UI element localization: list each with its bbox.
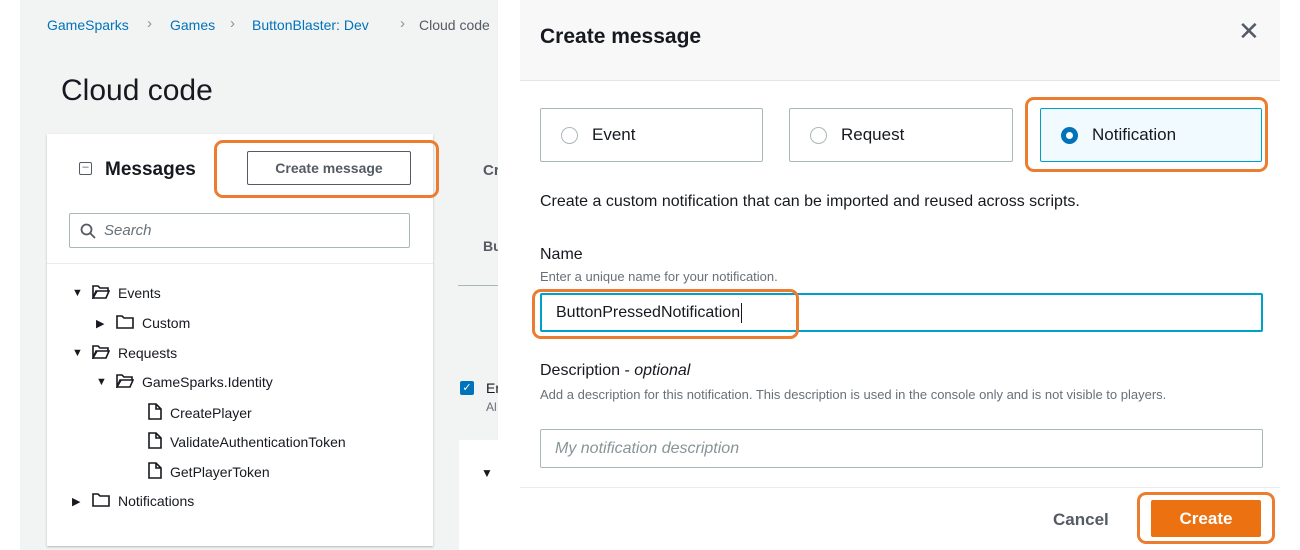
tree-item-label: ValidateAuthenticationToken: [170, 434, 346, 450]
divider: [458, 285, 498, 286]
tree-item-label: Custom: [142, 315, 191, 331]
divider: [520, 487, 1280, 488]
tree-item[interactable]: CreatePlayer: [120, 403, 252, 423]
description-label: Description - optional: [540, 362, 690, 380]
tree-item[interactable]: ▼ Events: [72, 284, 161, 302]
type-option-event[interactable]: Event: [540, 108, 763, 162]
name-label: Name: [540, 246, 583, 263]
caret-down-icon[interactable]: ▼: [72, 287, 84, 299]
tree-item-label: Events: [118, 285, 161, 301]
tree-item[interactable]: ValidateAuthenticationToken: [120, 432, 346, 452]
file-icon: [148, 462, 162, 482]
description-input[interactable]: My notification description: [540, 429, 1263, 468]
tree-item-label: Notifications: [118, 493, 195, 509]
collapse-icon[interactable]: –: [79, 162, 92, 175]
tree-item-label: GetPlayerToken: [170, 464, 270, 480]
breadcrumb-gamesparks[interactable]: GameSparks: [47, 17, 129, 33]
partial-text: Er: [486, 380, 498, 396]
tree-item[interactable]: ▼ GameSparks.Identity: [96, 373, 273, 391]
create-message-modal: Create message ✕ Event Request Notificat…: [520, 0, 1280, 550]
highlight-name: [532, 289, 799, 339]
modal-title: Create message: [540, 25, 702, 48]
highlight-notification: [1025, 97, 1268, 172]
tree-item[interactable]: ▶ Custom: [96, 314, 190, 332]
breadcrumb-separator-icon: ›: [230, 15, 235, 32]
modal-header: Create message ✕: [520, 0, 1280, 81]
breadcrumb-games[interactable]: Games: [170, 17, 215, 33]
search-icon: [80, 223, 96, 239]
file-icon: [148, 432, 162, 452]
search-input[interactable]: Search: [69, 213, 410, 248]
tree-item[interactable]: ▼ Requests: [72, 344, 177, 362]
tree-item[interactable]: ▶ Notifications: [72, 492, 194, 510]
caret-right-icon[interactable]: ▶: [96, 317, 108, 330]
optional-text: optional: [634, 362, 691, 379]
folder-open-icon: [91, 344, 111, 362]
option-label: Event: [592, 125, 636, 144]
tree-item-label: GameSparks.Identity: [142, 374, 273, 390]
close-icon[interactable]: ✕: [1238, 16, 1260, 47]
breadcrumb-separator-icon: ›: [147, 15, 152, 32]
description-placeholder: My notification description: [555, 439, 740, 457]
partial-text: Al: [486, 400, 497, 414]
highlight-create-message: [214, 140, 439, 198]
cancel-button[interactable]: Cancel: [1053, 510, 1109, 530]
caret-right-icon[interactable]: ▶: [72, 495, 84, 508]
option-label: Request: [841, 125, 905, 144]
type-option-request[interactable]: Request: [789, 108, 1013, 162]
folder-icon: [92, 492, 110, 510]
cloud-code-page: GameSparks › Games › ButtonBlaster: Dev …: [20, 0, 498, 550]
search-placeholder: Search: [104, 222, 152, 239]
folder-open-icon: [91, 284, 111, 302]
messages-title: Messages: [105, 159, 196, 180]
tree-item-label: CreatePlayer: [170, 405, 252, 421]
folder-icon: [116, 314, 134, 332]
partial-text: Bu: [483, 238, 498, 254]
breadcrumb-buttonblaster[interactable]: ButtonBlaster: Dev: [252, 17, 369, 33]
divider: [47, 263, 433, 264]
partial-panel: ▼: [459, 440, 498, 550]
breadcrumb-current: Cloud code: [419, 17, 490, 33]
caret-down-icon[interactable]: ▼: [96, 376, 108, 388]
partial-text: Cr: [483, 162, 498, 179]
radio-icon[interactable]: [561, 126, 578, 144]
name-hint: Enter a unique name for your notificatio…: [540, 269, 778, 284]
radio-icon[interactable]: [810, 126, 827, 144]
highlight-create: [1137, 492, 1275, 544]
page-title: Cloud code: [61, 74, 213, 107]
tree-item[interactable]: GetPlayerToken: [120, 462, 270, 482]
description-label-text: Description -: [540, 362, 635, 379]
breadcrumb-separator-icon: ›: [400, 15, 405, 32]
tree-item-label: Requests: [118, 345, 178, 361]
file-icon: [148, 403, 162, 423]
folder-open-icon: [115, 373, 135, 391]
caret-down-icon[interactable]: ▼: [481, 466, 493, 480]
checkbox[interactable]: ✓: [460, 381, 474, 395]
description-hint: Add a description for this notification.…: [540, 387, 1167, 402]
caret-down-icon[interactable]: ▼: [72, 347, 84, 359]
type-description: Create a custom notification that can be…: [540, 193, 1080, 210]
